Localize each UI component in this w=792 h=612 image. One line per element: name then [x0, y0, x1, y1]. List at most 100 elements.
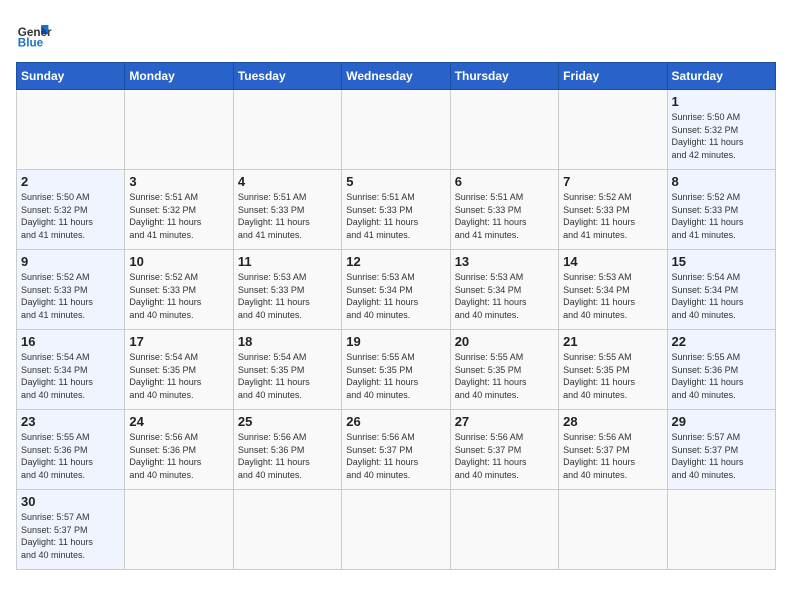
calendar-cell: 23 Sunrise: 5:55 AM Sunset: 5:36 PM Dayli… — [17, 410, 125, 490]
day-header-friday: Friday — [559, 63, 667, 90]
day-info: Sunrise: 5:56 AM Sunset: 5:37 PM Dayligh… — [346, 431, 445, 481]
logo: General Blue — [16, 16, 52, 52]
day-info: Sunrise: 5:54 AM Sunset: 5:34 PM Dayligh… — [672, 271, 771, 321]
day-number: 13 — [455, 254, 554, 269]
calendar-cell — [17, 90, 125, 170]
day-info: Sunrise: 5:53 AM Sunset: 5:34 PM Dayligh… — [455, 271, 554, 321]
day-number: 14 — [563, 254, 662, 269]
day-info: Sunrise: 5:56 AM Sunset: 5:37 PM Dayligh… — [563, 431, 662, 481]
calendar-cell: 26 Sunrise: 5:56 AM Sunset: 5:37 PM Dayli… — [342, 410, 450, 490]
day-info: Sunrise: 5:53 AM Sunset: 5:34 PM Dayligh… — [346, 271, 445, 321]
calendar-cell — [233, 490, 341, 570]
calendar-cell — [125, 90, 233, 170]
day-header-monday: Monday — [125, 63, 233, 90]
day-header-thursday: Thursday — [450, 63, 558, 90]
day-number: 23 — [21, 414, 120, 429]
calendar-cell: 27Sunrise: 5:56 AM Sunset: 5:37 PM Dayli… — [450, 410, 558, 490]
calendar-cell: 2Sunrise: 5:50 AM Sunset: 5:32 PM Daylig… — [17, 170, 125, 250]
day-number: 25 — [238, 414, 337, 429]
day-info: Sunrise: 5:55 AM Sunset: 5:36 PM Dayligh… — [21, 431, 120, 481]
day-info: Sunrise: 5:55 AM Sunset: 5:35 PM Dayligh… — [455, 351, 554, 401]
day-number: 21 — [563, 334, 662, 349]
calendar-cell: 18 Sunrise: 5:54 AM Sunset: 5:35 PM Dayli… — [233, 330, 341, 410]
calendar-cell — [342, 490, 450, 570]
calendar-cell: 6 Sunrise: 5:51 AM Sunset: 5:33 PM Daylig… — [450, 170, 558, 250]
calendar-cell — [233, 90, 341, 170]
calendar-cell: 11 Sunrise: 5:53 AM Sunset: 5:33 PM Dayli… — [233, 250, 341, 330]
calendar-cell: 24Sunrise: 5:56 AM Sunset: 5:36 PM Dayli… — [125, 410, 233, 490]
day-info: Sunrise: 5:55 AM Sunset: 5:36 PM Dayligh… — [672, 351, 771, 401]
calendar-cell: 15 Sunrise: 5:54 AM Sunset: 5:34 PM Dayli… — [667, 250, 775, 330]
day-info: Sunrise: 5:51 AM Sunset: 5:33 PM Dayligh… — [346, 191, 445, 241]
day-header-tuesday: Tuesday — [233, 63, 341, 90]
day-info: Sunrise: 5:54 AM Sunset: 5:35 PM Dayligh… — [129, 351, 228, 401]
day-number: 1 — [672, 94, 771, 109]
day-info: Sunrise: 5:53 AM Sunset: 5:34 PM Dayligh… — [563, 271, 662, 321]
day-number: 6 — [455, 174, 554, 189]
day-info: Sunrise: 5:52 AM Sunset: 5:33 PM Dayligh… — [672, 191, 771, 241]
day-number: 15 — [672, 254, 771, 269]
calendar-cell: 13 Sunrise: 5:53 AM Sunset: 5:34 PM Dayli… — [450, 250, 558, 330]
calendar-cell: 14 Sunrise: 5:53 AM Sunset: 5:34 PM Dayli… — [559, 250, 667, 330]
calendar-cell: 3Sunrise: 5:51 AM Sunset: 5:32 PM Daylig… — [125, 170, 233, 250]
day-number: 8 — [672, 174, 771, 189]
day-info: Sunrise: 5:56 AM Sunset: 5:37 PM Dayligh… — [455, 431, 554, 481]
calendar-cell — [559, 90, 667, 170]
day-info: Sunrise: 5:54 AM Sunset: 5:34 PM Dayligh… — [21, 351, 120, 401]
day-info: Sunrise: 5:54 AM Sunset: 5:35 PM Dayligh… — [238, 351, 337, 401]
day-info: Sunrise: 5:53 AM Sunset: 5:33 PM Dayligh… — [238, 271, 337, 321]
calendar-cell — [667, 490, 775, 570]
calendar-cell: 17 Sunrise: 5:54 AM Sunset: 5:35 PM Dayli… — [125, 330, 233, 410]
day-info: Sunrise: 5:52 AM Sunset: 5:33 PM Dayligh… — [563, 191, 662, 241]
day-number: 29 — [672, 414, 771, 429]
day-info: Sunrise: 5:51 AM Sunset: 5:33 PM Dayligh… — [238, 191, 337, 241]
day-number: 11 — [238, 254, 337, 269]
calendar-cell: 7Sunrise: 5:52 AM Sunset: 5:33 PM Daylig… — [559, 170, 667, 250]
day-number: 2 — [21, 174, 120, 189]
day-info: Sunrise: 5:50 AM Sunset: 5:32 PM Dayligh… — [672, 111, 771, 161]
calendar-cell: 25 Sunrise: 5:56 AM Sunset: 5:36 PM Dayli… — [233, 410, 341, 490]
calendar-cell: 29 Sunrise: 5:57 AM Sunset: 5:37 PM Dayli… — [667, 410, 775, 490]
calendar-cell: 21 Sunrise: 5:55 AM Sunset: 5:35 PM Dayli… — [559, 330, 667, 410]
calendar-cell: 8 Sunrise: 5:52 AM Sunset: 5:33 PM Daylig… — [667, 170, 775, 250]
day-number: 5 — [346, 174, 445, 189]
day-info: Sunrise: 5:55 AM Sunset: 5:35 PM Dayligh… — [346, 351, 445, 401]
day-number: 18 — [238, 334, 337, 349]
day-info: Sunrise: 5:51 AM Sunset: 5:32 PM Dayligh… — [129, 191, 228, 241]
calendar-cell: 9 Sunrise: 5:52 AM Sunset: 5:33 PM Daylig… — [17, 250, 125, 330]
day-header-sunday: Sunday — [17, 63, 125, 90]
calendar-cell: 20 Sunrise: 5:55 AM Sunset: 5:35 PM Dayli… — [450, 330, 558, 410]
day-info: Sunrise: 5:51 AM Sunset: 5:33 PM Dayligh… — [455, 191, 554, 241]
calendar-cell: 22Sunrise: 5:55 AM Sunset: 5:36 PM Dayli… — [667, 330, 775, 410]
calendar-cell — [342, 90, 450, 170]
day-number: 9 — [21, 254, 120, 269]
day-number: 24 — [129, 414, 228, 429]
day-info: Sunrise: 5:52 AM Sunset: 5:33 PM Dayligh… — [21, 271, 120, 321]
calendar-table: SundayMondayTuesdayWednesdayThursdayFrid… — [16, 62, 776, 570]
calendar-cell — [450, 90, 558, 170]
logo-icon: General Blue — [16, 16, 52, 52]
day-number: 17 — [129, 334, 228, 349]
day-info: Sunrise: 5:55 AM Sunset: 5:35 PM Dayligh… — [563, 351, 662, 401]
day-number: 20 — [455, 334, 554, 349]
calendar-cell: 1 Sunrise: 5:50 AM Sunset: 5:32 PM Daylig… — [667, 90, 775, 170]
day-header-saturday: Saturday — [667, 63, 775, 90]
calendar-cell: 16Sunrise: 5:54 AM Sunset: 5:34 PM Dayli… — [17, 330, 125, 410]
calendar-cell — [450, 490, 558, 570]
day-number: 26 — [346, 414, 445, 429]
day-info: Sunrise: 5:56 AM Sunset: 5:36 PM Dayligh… — [238, 431, 337, 481]
calendar-cell: 19 Sunrise: 5:55 AM Sunset: 5:35 PM Dayli… — [342, 330, 450, 410]
page-header: General Blue — [16, 16, 776, 52]
svg-text:Blue: Blue — [18, 37, 44, 50]
day-info: Sunrise: 5:57 AM Sunset: 5:37 PM Dayligh… — [672, 431, 771, 481]
calendar-cell: 10Sunrise: 5:52 AM Sunset: 5:33 PM Dayli… — [125, 250, 233, 330]
day-number: 30 — [21, 494, 120, 509]
day-number: 12 — [346, 254, 445, 269]
day-number: 4 — [238, 174, 337, 189]
day-header-wednesday: Wednesday — [342, 63, 450, 90]
calendar-cell — [559, 490, 667, 570]
calendar-cell: 28Sunrise: 5:56 AM Sunset: 5:37 PM Dayli… — [559, 410, 667, 490]
day-number: 19 — [346, 334, 445, 349]
calendar-cell: 4 Sunrise: 5:51 AM Sunset: 5:33 PM Daylig… — [233, 170, 341, 250]
calendar-cell: 12 Sunrise: 5:53 AM Sunset: 5:34 PM Dayli… — [342, 250, 450, 330]
